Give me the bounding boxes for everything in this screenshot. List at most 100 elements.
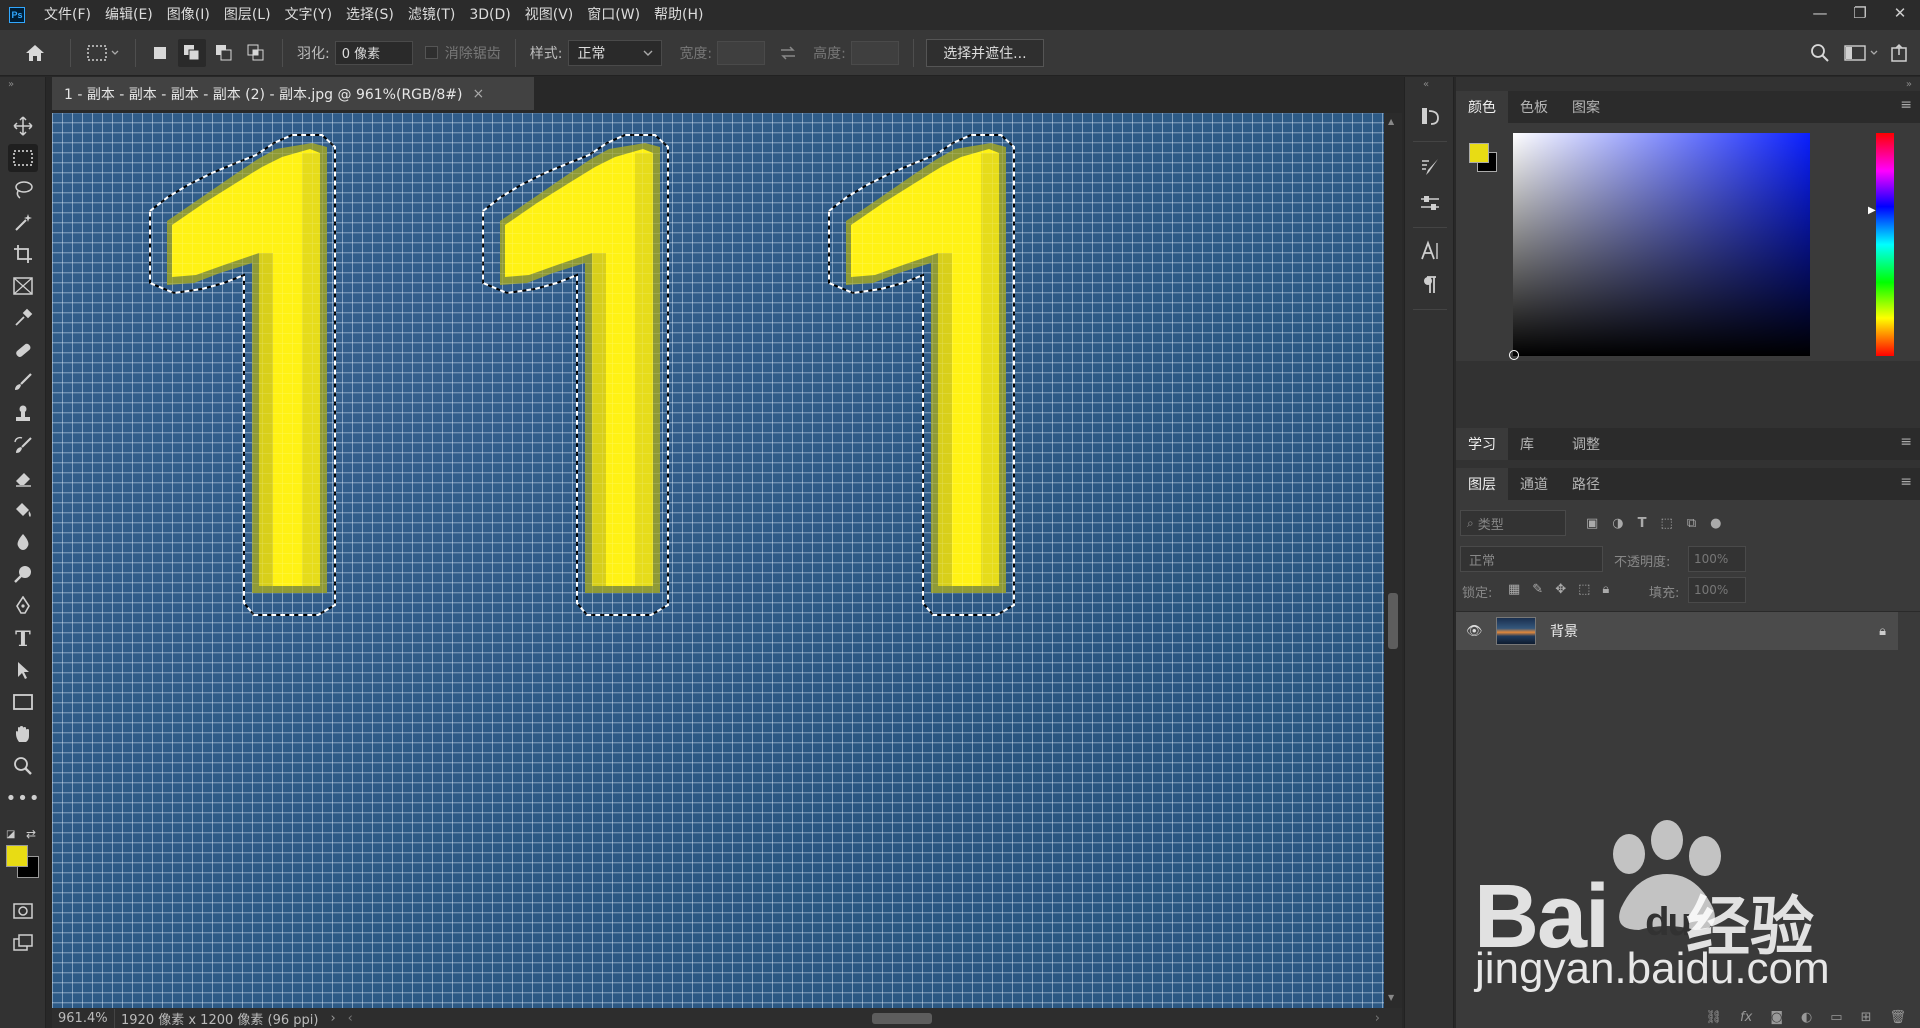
- menu-help[interactable]: 帮助(H): [647, 0, 710, 30]
- rectangle-tool[interactable]: [8, 688, 38, 716]
- menu-layer[interactable]: 图层(L): [217, 0, 278, 30]
- minimize-button[interactable]: —: [1800, 0, 1840, 26]
- filter-smartobject-icon[interactable]: ⧉: [1687, 516, 1696, 531]
- new-adjustment-icon[interactable]: ◐: [1801, 1010, 1812, 1025]
- filter-adjustment-icon[interactable]: ◑: [1612, 516, 1623, 531]
- lock-all-icon[interactable]: 🔒︎: [1602, 582, 1609, 597]
- menu-3d[interactable]: 3D(D): [462, 0, 517, 30]
- horizontal-scroll-thumb[interactable]: [872, 1013, 932, 1024]
- new-group-folder-icon[interactable]: ▭: [1830, 1010, 1842, 1025]
- scroll-up-icon[interactable]: ▲: [1388, 117, 1394, 126]
- blur-tool[interactable]: [8, 528, 38, 556]
- frame-tool[interactable]: [8, 272, 38, 300]
- path-selection-tool[interactable]: [8, 656, 38, 684]
- tab-layers[interactable]: 图层: [1456, 468, 1508, 500]
- filter-toggle-icon[interactable]: ●: [1710, 516, 1721, 531]
- hand-tool[interactable]: [8, 720, 38, 748]
- menu-file[interactable]: 文件(F): [37, 0, 98, 30]
- adjustments-button[interactable]: [1415, 189, 1445, 217]
- tab-learn[interactable]: 学习: [1456, 428, 1508, 460]
- lock-image-icon[interactable]: ✎: [1532, 582, 1543, 597]
- scroll-right-icon[interactable]: ›: [1375, 1011, 1380, 1026]
- more-tools-button[interactable]: •••: [6, 784, 40, 812]
- tab-channels[interactable]: 通道: [1508, 468, 1560, 500]
- share-button[interactable]: [1886, 39, 1914, 67]
- layers-panel-menu-icon[interactable]: ≡: [1900, 474, 1912, 490]
- intersect-selection-button[interactable]: [242, 39, 270, 67]
- layer-visibility-eye-icon[interactable]: 👁︎: [1466, 624, 1486, 639]
- paragraph-panel-button[interactable]: [1415, 271, 1445, 299]
- foreground-color-swatch[interactable]: [6, 845, 28, 867]
- quick-mask-button[interactable]: [8, 897, 38, 925]
- image-canvas[interactable]: [52, 113, 1384, 1008]
- add-selection-button[interactable]: [178, 38, 206, 67]
- close-document-icon[interactable]: ×: [472, 86, 484, 102]
- color-panel-menu-icon[interactable]: ≡: [1900, 97, 1912, 113]
- collapse-toolbar-icon[interactable]: »: [8, 79, 14, 90]
- brush-tool[interactable]: [8, 368, 38, 396]
- menu-select[interactable]: 选择(S): [339, 0, 401, 30]
- menu-window[interactable]: 窗口(W): [580, 0, 647, 30]
- filter-shape-icon[interactable]: ⬚: [1661, 516, 1673, 531]
- new-layer-icon[interactable]: ⊞: [1861, 1010, 1872, 1025]
- opacity-input[interactable]: 100%: [1688, 546, 1746, 572]
- blend-mode-select[interactable]: 正常: [1460, 546, 1603, 572]
- vertical-scroll-thumb[interactable]: [1388, 593, 1398, 649]
- tab-color[interactable]: 颜色: [1456, 91, 1508, 123]
- swap-dimensions-button[interactable]: [775, 41, 801, 65]
- lasso-tool[interactable]: [8, 176, 38, 204]
- marquee-preset-picker[interactable]: [83, 38, 123, 68]
- tab-swatches[interactable]: 色板: [1508, 91, 1560, 123]
- select-and-mask-button[interactable]: 选择并遮住...: [925, 38, 1044, 67]
- menu-filter[interactable]: 滤镜(T): [401, 0, 462, 30]
- antialias-checkbox[interactable]: [424, 46, 438, 59]
- default-colors-icon[interactable]: ◪: [6, 829, 15, 840]
- lock-transparent-icon[interactable]: ▦: [1508, 582, 1520, 597]
- layer-row[interactable]: 👁︎ 背景 🔒︎: [1456, 612, 1898, 650]
- height-input[interactable]: [850, 40, 899, 65]
- tab-paths[interactable]: 路径: [1560, 468, 1612, 500]
- history-panel-button[interactable]: [1415, 102, 1445, 130]
- scroll-down-icon[interactable]: ▼: [1388, 993, 1394, 1002]
- dodge-tool[interactable]: [8, 560, 38, 588]
- menu-edit[interactable]: 编辑(E): [98, 0, 160, 30]
- lock-position-icon[interactable]: ✥: [1555, 582, 1566, 597]
- eraser-tool[interactable]: [8, 464, 38, 492]
- color-picker-field[interactable]: [1509, 133, 1810, 360]
- layer-style-fx-icon[interactable]: fx: [1740, 1010, 1752, 1025]
- feather-input[interactable]: 0 像素: [334, 40, 413, 65]
- scroll-left-icon[interactable]: ‹: [348, 1011, 353, 1026]
- rect-marquee-tool[interactable]: [8, 144, 38, 172]
- menu-type[interactable]: 文字(Y): [278, 0, 339, 30]
- brush-settings-button[interactable]: [1415, 153, 1445, 181]
- tab-libraries[interactable]: 库: [1508, 428, 1546, 460]
- move-tool[interactable]: [8, 112, 38, 140]
- layer-filter-select[interactable]: ⌕ 类型: [1460, 510, 1566, 536]
- clone-stamp-tool[interactable]: [8, 400, 38, 428]
- paint-bucket-tool[interactable]: [8, 496, 38, 524]
- crop-tool[interactable]: [8, 240, 38, 268]
- pen-tool[interactable]: [8, 592, 38, 620]
- magic-wand-tool[interactable]: [8, 208, 38, 236]
- new-selection-button[interactable]: [146, 39, 174, 67]
- collapse-dock-icon[interactable]: «: [1423, 79, 1429, 90]
- tab-adjustments[interactable]: 调整: [1560, 428, 1612, 460]
- learn-panel-menu-icon[interactable]: ≡: [1900, 434, 1912, 450]
- status-expand-icon[interactable]: ›: [330, 1011, 335, 1026]
- link-layers-icon[interactable]: ⛓: [1706, 1010, 1723, 1025]
- lock-artboard-icon[interactable]: ⬚: [1578, 582, 1590, 597]
- subtract-selection-button[interactable]: [210, 39, 238, 67]
- search-button[interactable]: [1806, 39, 1834, 67]
- filter-pixel-icon[interactable]: ▣: [1586, 516, 1598, 531]
- collapse-panels-icon[interactable]: »: [1906, 79, 1912, 90]
- width-input[interactable]: [717, 40, 766, 65]
- menu-view[interactable]: 视图(V): [518, 0, 581, 30]
- style-select[interactable]: 正常: [568, 39, 663, 66]
- swap-colors-icon[interactable]: ⇄: [26, 827, 36, 841]
- hue-slider[interactable]: [1876, 133, 1894, 356]
- eyedropper-tool[interactable]: [8, 304, 38, 332]
- restore-button[interactable]: ❐: [1840, 0, 1880, 26]
- close-button[interactable]: ✕: [1880, 0, 1920, 26]
- fill-input[interactable]: 100%: [1688, 577, 1746, 603]
- screen-mode-button[interactable]: [8, 929, 38, 957]
